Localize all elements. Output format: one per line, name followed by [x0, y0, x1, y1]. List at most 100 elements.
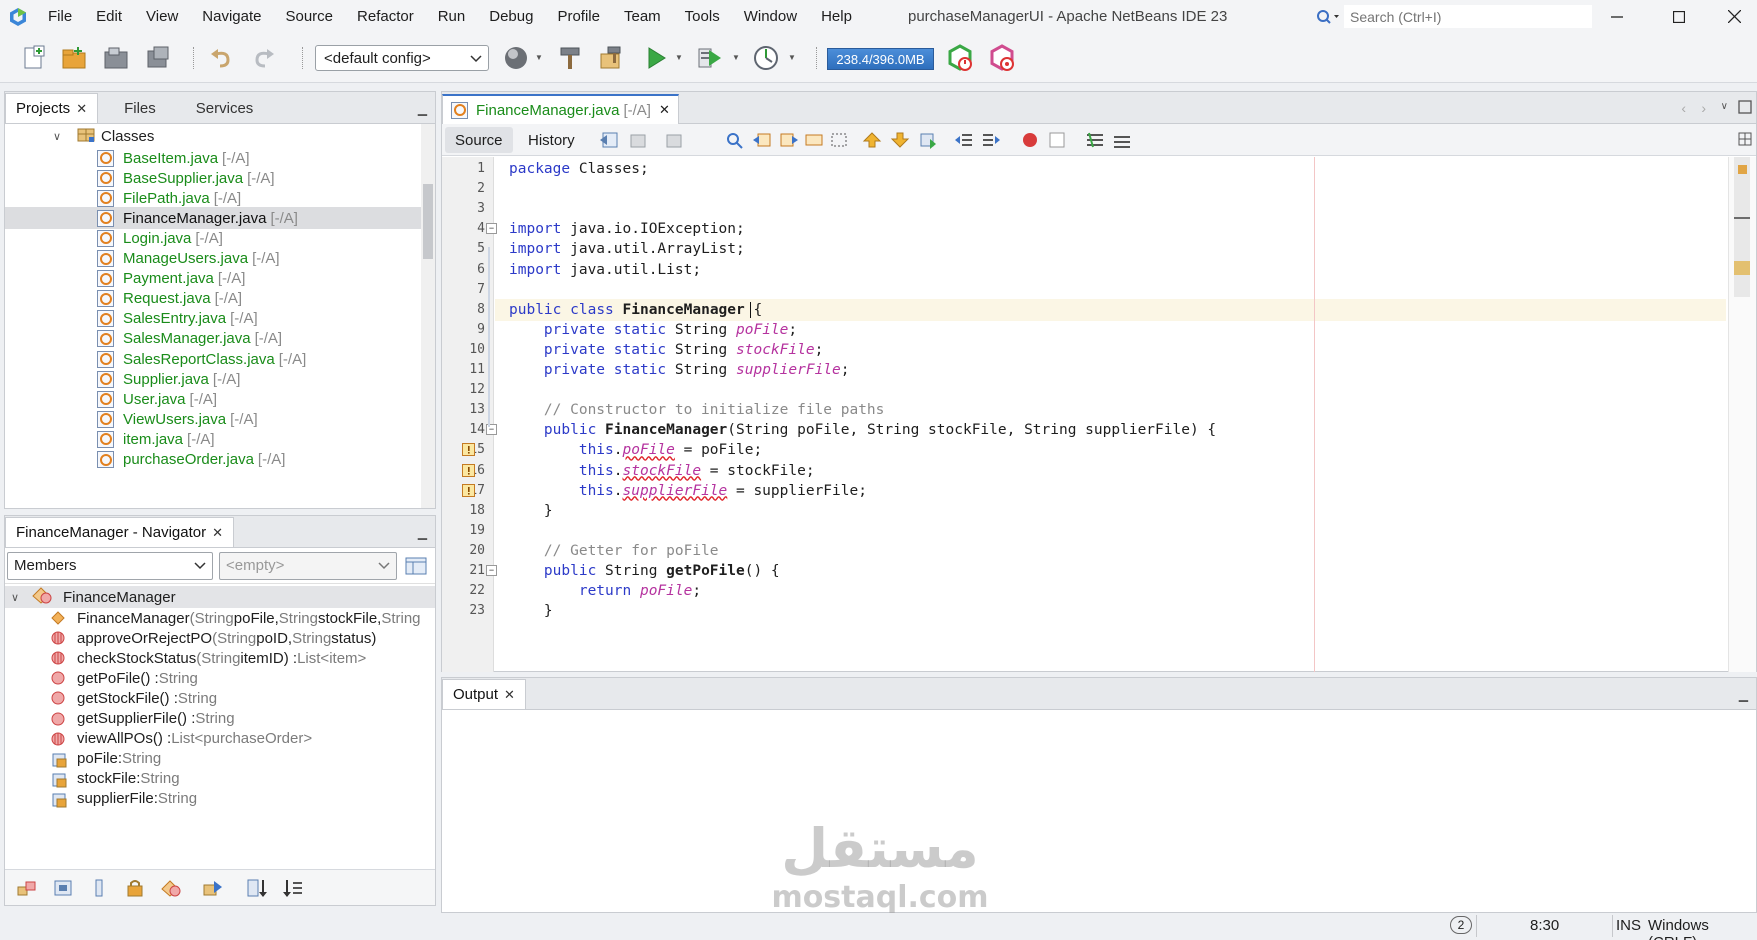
close-icon[interactable]: ✕: [504, 687, 515, 703]
menu-help[interactable]: Help: [809, 0, 864, 33]
member-row[interactable]: getStockFile() : String: [5, 687, 435, 709]
tab-history[interactable]: History: [518, 127, 585, 153]
debug-icon[interactable]: [695, 43, 725, 73]
shift-line-right-icon[interactable]: [981, 130, 1001, 150]
previous-bookmark-icon[interactable]: [862, 130, 882, 150]
tab-projects[interactable]: Projects ✕: [5, 93, 99, 123]
file-row[interactable]: ViewUsers.java [-/A]: [5, 408, 421, 430]
file-row[interactable]: BaseSupplier.java [-/A]: [5, 167, 421, 189]
profile-icon[interactable]: [751, 43, 781, 73]
file-row[interactable]: FilePath.java [-/A]: [5, 187, 421, 209]
file-row[interactable]: FinanceManager.java [-/A]: [5, 207, 421, 230]
file-row[interactable]: purchaseOrder.java [-/A]: [5, 449, 421, 471]
tab-navigator[interactable]: FinanceManager - Navigator ✕: [5, 517, 234, 547]
new-file-icon[interactable]: [19, 43, 49, 73]
minimize-panel-button[interactable]: ▁: [418, 526, 427, 540]
chevron-down-icon[interactable]: ▼: [732, 53, 742, 63]
maximize-button[interactable]: [1651, 0, 1707, 33]
member-row[interactable]: FinanceManager(String poFile, String sto…: [5, 607, 435, 629]
configuration-select[interactable]: <default config>: [315, 45, 489, 71]
search-input[interactable]: [1344, 5, 1592, 28]
close-icon[interactable]: ✕: [212, 525, 223, 541]
sort-by-source-icon[interactable]: [281, 877, 305, 899]
menu-file[interactable]: File: [36, 0, 84, 33]
menu-run[interactable]: Run: [426, 0, 478, 33]
member-row[interactable]: getSupplierFile() : String: [5, 708, 435, 730]
close-icon[interactable]: ✕: [76, 101, 87, 117]
comment-icon[interactable]: [1085, 130, 1105, 150]
members-select[interactable]: Members: [7, 551, 213, 580]
uncomment-icon[interactable]: [1112, 130, 1132, 150]
show-hierarchy-icon[interactable]: [201, 877, 225, 899]
menu-refactor[interactable]: Refactor: [345, 0, 426, 33]
gc-icon[interactable]: [945, 43, 975, 73]
folder-row[interactable]: ∨ Classes: [5, 125, 421, 147]
member-row[interactable]: stockFile : String: [5, 768, 435, 790]
code-editor[interactable]: 1 2 3 4 5 6 7 8 9 10 11 12 13 14 15 16 17 18 19 20 21 22 23 pa…: [442, 157, 1756, 672]
show-nonpublic-icon[interactable]: [123, 877, 147, 899]
warning-icon[interactable]: [462, 443, 475, 457]
menu-debug[interactable]: Debug: [477, 0, 545, 33]
next-bookmark-icon[interactable]: [890, 130, 910, 150]
sort-by-name-icon[interactable]: [245, 877, 269, 899]
menu-team[interactable]: Team: [612, 0, 673, 33]
undo-icon[interactable]: [206, 43, 236, 73]
file-row[interactable]: SalesManager.java [-/A]: [5, 328, 421, 350]
file-row[interactable]: BaseItem.java [-/A]: [5, 147, 421, 169]
tab-source[interactable]: Source: [445, 127, 513, 153]
warning-icon[interactable]: [462, 483, 475, 497]
menu-window[interactable]: Window: [732, 0, 809, 33]
menu-tools[interactable]: Tools: [673, 0, 732, 33]
notifications-indicator[interactable]: 2: [1450, 916, 1472, 934]
menu-source[interactable]: Source: [273, 0, 345, 33]
member-row[interactable]: supplierFile : String: [5, 788, 435, 810]
menu-view[interactable]: View: [134, 0, 190, 33]
menu-profile[interactable]: Profile: [545, 0, 612, 33]
menu-navigate[interactable]: Navigate: [190, 0, 273, 33]
project-tree-scrollbar[interactable]: [421, 124, 435, 508]
file-row[interactable]: Supplier.java [-/A]: [5, 368, 421, 390]
file-row[interactable]: Login.java [-/A]: [5, 227, 421, 249]
close-button[interactable]: [1706, 0, 1757, 33]
menu-edit[interactable]: Edit: [84, 0, 134, 33]
toggle-bookmark-icon[interactable]: [918, 130, 938, 150]
tab-output[interactable]: Output ✕: [442, 679, 526, 709]
member-row[interactable]: checkStockStatus(String itemID) : List<i…: [5, 647, 435, 669]
chevron-down-icon[interactable]: ▼: [788, 53, 798, 63]
minimize-panel-button[interactable]: ▁: [418, 102, 427, 116]
minimize-panel-button[interactable]: ▁: [1739, 688, 1748, 702]
show-members-icon[interactable]: [159, 877, 183, 899]
scroll-tabs-left-icon[interactable]: ‹: [1681, 100, 1686, 116]
new-project-icon[interactable]: [59, 43, 89, 73]
find-selection-icon[interactable]: [725, 130, 745, 150]
minimize-button[interactable]: [1589, 0, 1645, 33]
warning-icon[interactable]: [462, 463, 475, 477]
tab-files[interactable]: Files: [114, 93, 166, 123]
shift-line-left-icon[interactable]: [954, 130, 974, 150]
run-icon[interactable]: [641, 43, 671, 73]
open-project-icon[interactable]: [101, 43, 131, 73]
search-icon[interactable]: [1316, 9, 1344, 25]
tab-financemanager-java[interactable]: FinanceManager.java [-/A] ✕: [442, 94, 679, 124]
close-icon[interactable]: ✕: [659, 102, 670, 118]
close-project-icon[interactable]: [143, 43, 173, 73]
show-static-icon[interactable]: [87, 877, 111, 899]
browser-globe-icon[interactable]: [501, 43, 531, 73]
code-lines[interactable]: package Classes; − import java.io.IOExcept…: [486, 157, 1726, 672]
build-hammer-icon[interactable]: [555, 43, 585, 73]
toggle-highlight-icon[interactable]: [804, 130, 824, 150]
show-fields-icon[interactable]: [51, 877, 75, 899]
member-row[interactable]: getPoFile() : String: [5, 667, 435, 689]
chevron-down-icon[interactable]: ∨: [53, 130, 67, 143]
stop-macro-icon[interactable]: [1047, 130, 1067, 150]
toggle-rectangular-selection-icon[interactable]: [830, 130, 850, 150]
maximize-window-icon[interactable]: [1738, 100, 1752, 117]
file-row[interactable]: Payment.java [-/A]: [5, 268, 421, 290]
clean-build-icon[interactable]: [596, 43, 626, 73]
find-next-icon[interactable]: [779, 130, 799, 150]
scroll-thumb[interactable]: [1734, 157, 1750, 297]
code-line[interactable]: }: [495, 600, 1726, 623]
profiler-snapshot-icon[interactable]: [987, 43, 1017, 73]
find-previous-icon[interactable]: [752, 130, 772, 150]
file-row[interactable]: item.java [-/A]: [5, 428, 421, 450]
